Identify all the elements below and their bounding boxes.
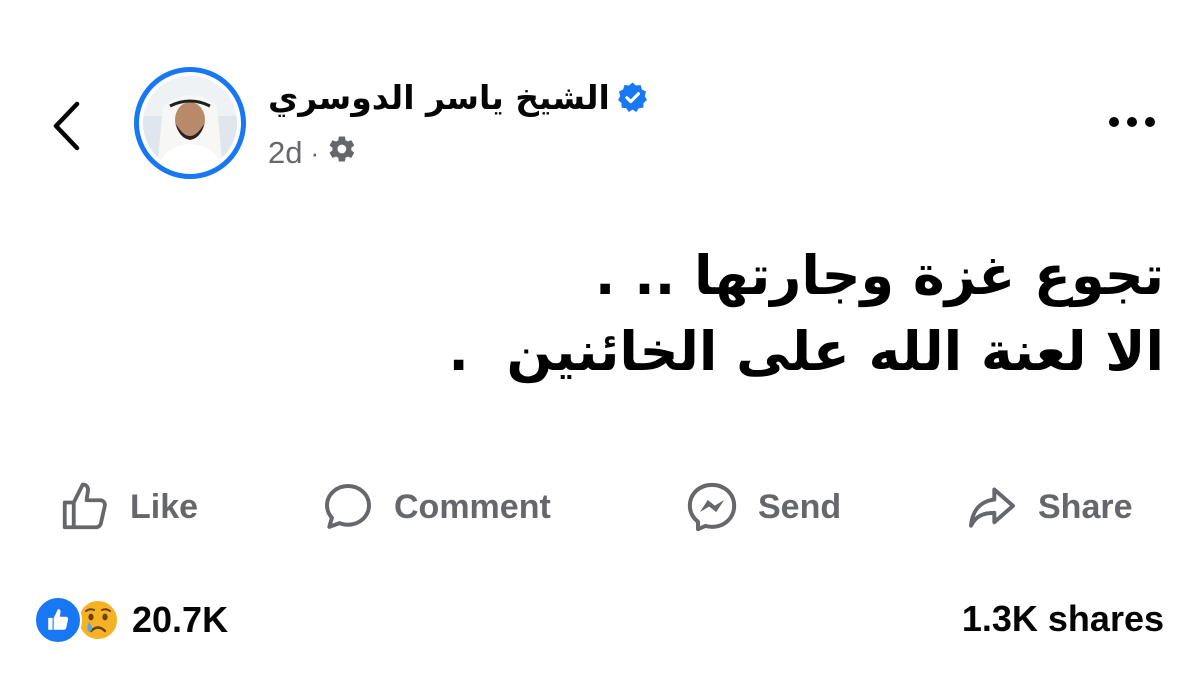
reactions-summary[interactable]: 20.7K	[34, 596, 228, 644]
verified-badge-icon	[616, 81, 649, 114]
sad-reaction-icon	[76, 598, 120, 642]
comment-label: Comment	[394, 487, 551, 526]
share-arrow-icon	[969, 487, 1015, 528]
send-button[interactable]: Send	[684, 474, 841, 540]
more-horizontal-icon	[1109, 117, 1155, 127]
like-reaction-icon	[34, 596, 82, 644]
author-name[interactable]: الشيخ ياسر الدوسري	[268, 78, 610, 117]
avatar-photo	[143, 76, 237, 170]
post-text: تجوع غزة وجارتها .. . الا لعنة الله على …	[64, 238, 1164, 390]
messenger-icon	[687, 482, 737, 532]
comment-button[interactable]: Comment	[320, 474, 551, 540]
share-button[interactable]: Share	[964, 474, 1133, 540]
author-avatar[interactable]	[134, 67, 246, 179]
like-button[interactable]: Like	[58, 474, 198, 540]
share-label: Share	[1038, 487, 1133, 526]
post-timestamp[interactable]: 2d	[268, 135, 302, 171]
gear-icon[interactable]	[327, 134, 357, 172]
shares-count[interactable]: 1.3K shares	[962, 598, 1164, 640]
more-options-button[interactable]	[1102, 104, 1162, 140]
post-text-line-2: الا لعنة الله على الخائنين .	[448, 320, 1164, 383]
meta-separator: ·	[310, 138, 320, 168]
back-button[interactable]	[44, 96, 88, 156]
thumbs-up-icon	[62, 482, 107, 530]
reaction-count: 20.7K	[132, 599, 229, 640]
like-label: Like	[130, 487, 199, 526]
author-line: الشيخ ياسر الدوسري	[268, 78, 649, 117]
engagement-bar: 20.7K 1.3K shares	[0, 590, 1200, 650]
comment-bubble-icon	[325, 484, 371, 529]
post-text-line-1: تجوع غزة وجارتها .. .	[594, 244, 1164, 307]
send-label: Send	[758, 487, 842, 526]
chevron-left-icon	[53, 101, 80, 151]
action-bar: Like Comment Send Share	[0, 474, 1200, 540]
post-meta: 2d ·	[268, 134, 357, 172]
